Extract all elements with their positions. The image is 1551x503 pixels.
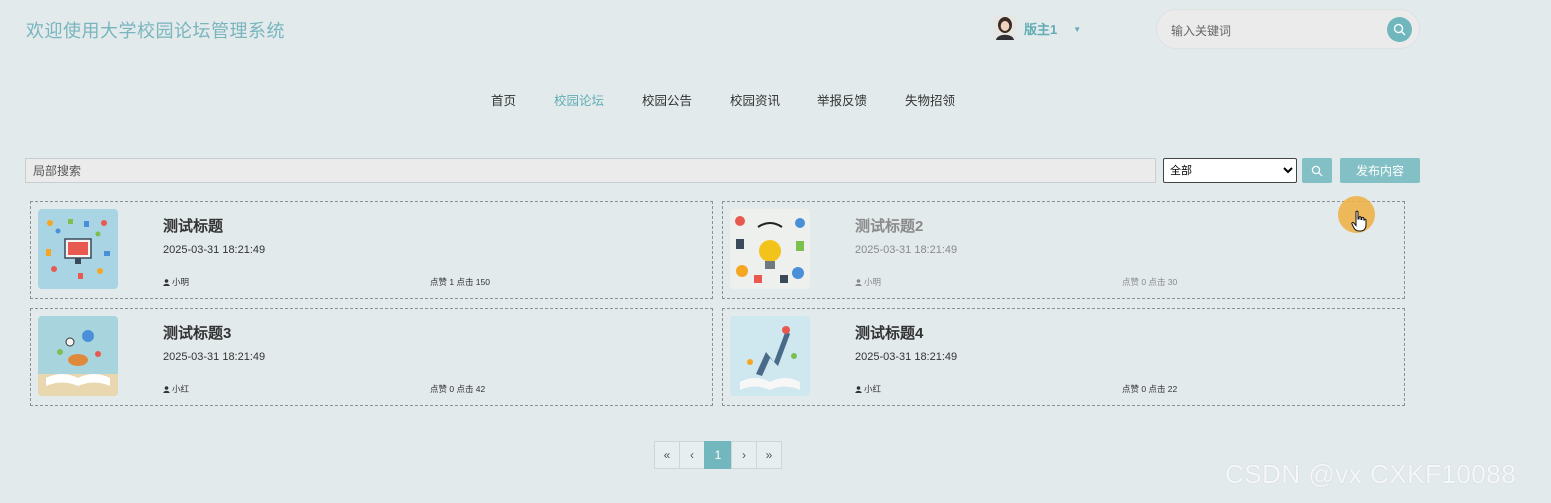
post-card[interactable]: 测试标题2 2025-03-31 18:21:49 小明 点赞 0 点击 30 [722, 201, 1405, 299]
post-author-name: 小红 [864, 384, 882, 394]
global-search-input[interactable] [1169, 20, 1383, 42]
post-author: 小明 [855, 276, 881, 288]
post-author-name: 小明 [864, 277, 882, 287]
hand-cursor-icon [1351, 210, 1367, 232]
post-thumbnail [38, 209, 118, 289]
post-card[interactable]: 测试标题 2025-03-31 18:21:49 小明 点赞 1 点击 150 [30, 201, 713, 299]
post-title[interactable]: 测试标题4 [855, 322, 923, 343]
last-page-button[interactable]: » [756, 441, 782, 469]
post-date: 2025-03-31 18:21:49 [163, 244, 266, 256]
post-stats: 点赞 0 点击 22 [1122, 384, 1178, 394]
nav-item-notice[interactable]: 校园公告 [642, 90, 692, 109]
site-title: 欢迎使用大学校园论坛管理系统 [26, 21, 285, 41]
post-author: 小明 [163, 276, 189, 288]
user-icon [855, 385, 862, 393]
first-page-button[interactable]: « [654, 441, 680, 469]
user-icon [855, 278, 862, 286]
post-stats: 点赞 0 点击 42 [430, 384, 486, 394]
post-grid: 测试标题 2025-03-31 18:21:49 小明 点赞 1 点击 150 [30, 201, 1406, 408]
publish-button[interactable]: 发布内容 [1340, 158, 1420, 183]
post-stats: 点赞 0 点击 30 [1122, 277, 1178, 287]
local-search-input[interactable] [25, 158, 1156, 183]
nav-item-lost-found[interactable]: 失物招领 [905, 90, 955, 109]
watermark: CSDN @vx CXKF10088 [1225, 459, 1517, 489]
global-search-button[interactable] [1387, 17, 1412, 42]
post-thumbnail [38, 316, 118, 396]
post-title[interactable]: 测试标题 [163, 215, 223, 236]
post-thumbnail [730, 316, 810, 396]
user-icon [163, 278, 170, 286]
chevron-down-icon[interactable]: ▼ [1073, 25, 1081, 34]
nav-item-news[interactable]: 校园资讯 [730, 90, 780, 109]
search-icon [1393, 23, 1406, 36]
user-icon [163, 385, 170, 393]
pagination: « ‹ 1 › » [654, 441, 782, 469]
post-thumbnail [730, 209, 810, 289]
post-date: 2025-03-31 18:21:49 [163, 351, 266, 363]
user-menu[interactable]: 版主1 ▼ [994, 16, 1081, 40]
prev-page-button[interactable]: ‹ [679, 441, 705, 469]
global-search [1156, 9, 1420, 49]
next-page-button[interactable]: › [731, 441, 757, 469]
post-date: 2025-03-31 18:21:49 [855, 351, 958, 363]
filter-bar: 全部 发布内容 [25, 158, 1420, 184]
page-number-button[interactable]: 1 [704, 441, 732, 469]
post-title[interactable]: 测试标题3 [163, 322, 231, 343]
post-author: 小红 [163, 383, 189, 395]
user-name[interactable]: 版主1 [1024, 19, 1057, 38]
nav-item-home[interactable]: 首页 [491, 90, 516, 109]
post-author-name: 小明 [172, 277, 190, 287]
post-date: 2025-03-31 18:21:49 [855, 244, 958, 256]
search-icon [1311, 165, 1323, 176]
category-select[interactable]: 全部 [1163, 158, 1297, 183]
main-nav: 首页 校园论坛 校园公告 校园资讯 举报反馈 失物招领 [0, 90, 1551, 110]
post-author: 小红 [855, 383, 881, 395]
post-author-name: 小红 [172, 384, 190, 394]
post-card[interactable]: 测试标题3 2025-03-31 18:21:49 小红 点赞 0 点击 42 [30, 308, 713, 406]
post-stats: 点赞 1 点击 150 [430, 277, 490, 287]
post-card[interactable]: 测试标题4 2025-03-31 18:21:49 小红 点赞 0 点击 22 [722, 308, 1405, 406]
nav-item-report[interactable]: 举报反馈 [817, 90, 867, 109]
user-avatar [994, 16, 1016, 40]
post-title[interactable]: 测试标题2 [855, 215, 923, 236]
nav-item-forum[interactable]: 校园论坛 [554, 90, 604, 109]
filter-search-button[interactable] [1302, 158, 1332, 183]
